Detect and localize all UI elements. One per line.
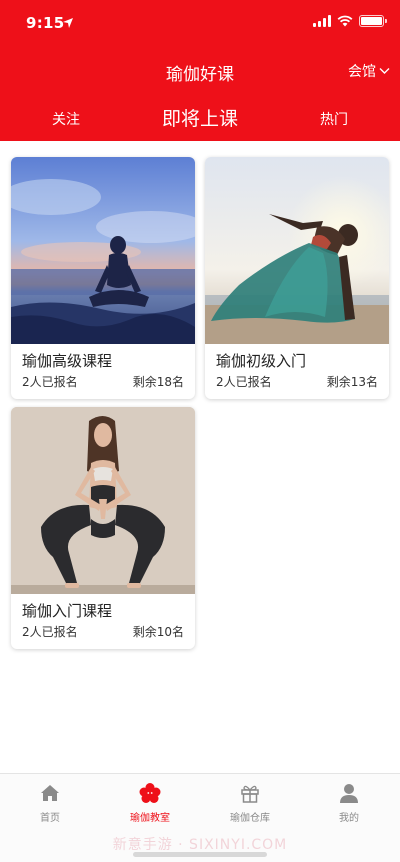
course-image [11, 157, 195, 344]
cellular-signal-icon [313, 15, 331, 27]
home-indicator [133, 852, 267, 857]
bottom-tab-label: 首页 [40, 813, 60, 824]
page-title: 瑜伽好课 [166, 65, 234, 85]
tab-upcoming[interactable]: 即将上课 [144, 100, 256, 134]
course-card[interactable]: 瑜伽高级课程 2人已报名 剩余18名 [11, 157, 195, 399]
course-title: 瑜伽入门课程 [22, 602, 113, 620]
app-header: 9:15 瑜伽好课 会馆 关注 即将上课 热门 [0, 0, 400, 141]
user-icon [340, 784, 358, 803]
venue-selector[interactable]: 会馆 [348, 61, 390, 81]
wifi-icon [337, 15, 353, 27]
bottom-tab-bar: 首页 瑜伽教室 瑜伽仓库 我的 新意手游 · SIXINYI.COM [0, 773, 400, 862]
course-meta: 2人已报名 剩余18名 [22, 373, 184, 390]
bottom-tab-mine[interactable]: 我的 [309, 782, 389, 832]
course-image [205, 157, 389, 344]
tab-hot[interactable]: 热门 [304, 102, 364, 136]
chevron-down-icon [379, 68, 390, 74]
status-bar: 9:15 [0, 0, 400, 44]
watermark-text: 新意手游 · SIXINYI.COM [112, 837, 288, 853]
bottom-tab-label: 瑜伽教室 [130, 813, 170, 824]
remaining-spots: 剩余10名 [132, 625, 184, 639]
location-arrow-icon [63, 18, 73, 28]
course-meta: 2人已报名 剩余10名 [22, 623, 184, 640]
bottom-tab-home[interactable]: 首页 [10, 782, 90, 832]
gift-box-icon [241, 785, 259, 803]
enrolled-count: 2人已报名 [22, 375, 78, 389]
yoga-room-icon [139, 783, 161, 803]
home-icon [41, 785, 59, 801]
course-meta: 2人已报名 剩余13名 [216, 373, 378, 390]
status-time: 9:15 [26, 14, 65, 32]
course-title: 瑜伽高级课程 [22, 352, 113, 370]
course-card[interactable]: 瑜伽初级入门 2人已报名 剩余13名 [205, 157, 389, 399]
course-title: 瑜伽初级入门 [216, 352, 307, 370]
remaining-spots: 剩余13名 [326, 375, 378, 389]
bottom-tab-yoga-room[interactable]: 瑜伽教室 [110, 782, 190, 832]
bottom-tab-label: 我的 [339, 813, 359, 824]
bottom-tab-label: 瑜伽仓库 [230, 813, 270, 824]
course-card[interactable]: 瑜伽入门课程 2人已报名 剩余10名 [11, 407, 195, 649]
venue-label: 会馆 [348, 64, 376, 80]
enrolled-count: 2人已报名 [216, 375, 272, 389]
course-image [11, 407, 195, 594]
enrolled-count: 2人已报名 [22, 625, 78, 639]
remaining-spots: 剩余18名 [132, 375, 184, 389]
status-icons [313, 15, 387, 27]
tab-follow[interactable]: 关注 [36, 102, 96, 136]
tab-bar: 关注 即将上课 热门 [0, 100, 400, 134]
battery-icon [359, 15, 387, 27]
bottom-tab-store[interactable]: 瑜伽仓库 [210, 782, 290, 832]
